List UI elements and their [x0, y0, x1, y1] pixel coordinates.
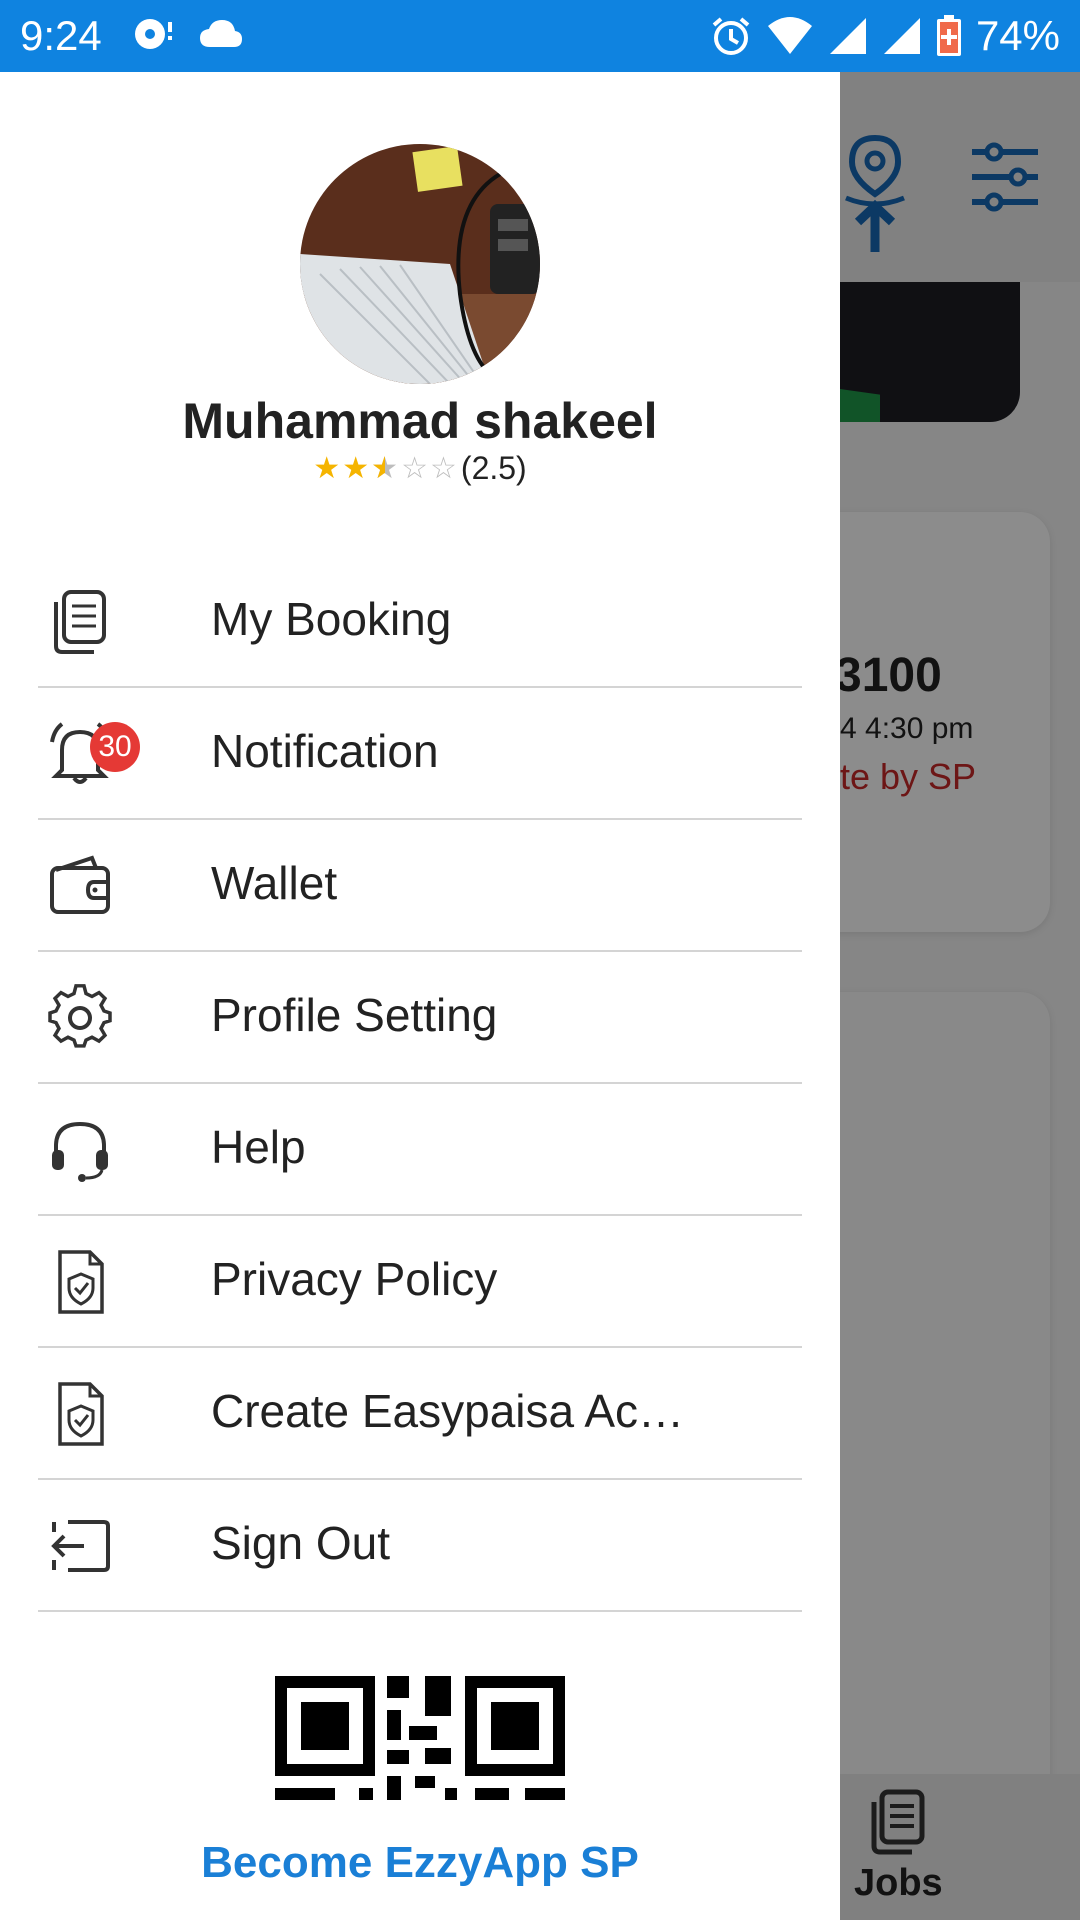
drawer-menu: My Booking 30 Notification Wallet Profil… [38, 556, 802, 1612]
menu-item-privacy-policy[interactable]: Privacy Policy [38, 1216, 802, 1348]
notification-badge: 30 [90, 722, 140, 772]
booking-icon [54, 590, 106, 654]
star-half-icon: ★ ★ [371, 451, 398, 485]
star-full-icon: ★ [313, 451, 341, 485]
sign-out-icon [51, 1520, 110, 1572]
avatar[interactable] [300, 144, 540, 384]
menu-item-label: Help [211, 1121, 306, 1173]
user-name: Muhammad shakeel [182, 393, 658, 449]
signal-icon [883, 18, 920, 54]
star-empty-icon: ☆ [430, 451, 457, 485]
menu-item-label: My Booking [211, 593, 452, 645]
navigation-drawer: Muhammad shakeel ★ ★ ★ ★ ☆ ☆ (2.5) My Boo… [0, 72, 840, 1920]
menu-item-profile-setting[interactable]: Profile Setting [38, 952, 802, 1084]
headset-icon [52, 1121, 108, 1182]
menu-item-wallet[interactable]: Wallet [38, 820, 802, 952]
cloud-icon [200, 20, 242, 47]
media-icon [135, 19, 172, 49]
become-sp-link[interactable]: Become EzzyApp SP [0, 1838, 840, 1888]
menu-item-create-easypaisa[interactable]: Create Easypaisa Ac… [38, 1348, 802, 1480]
battery-percent: 74% [975, 12, 1060, 59]
menu-item-label: Sign Out [211, 1517, 390, 1569]
menu-item-my-booking[interactable]: My Booking [38, 556, 802, 688]
menu-item-sign-out[interactable]: Sign Out [38, 1480, 802, 1612]
menu-item-notification[interactable]: 30 Notification [38, 688, 802, 820]
wifi-icon [767, 17, 812, 54]
star-full-icon: ★ [342, 451, 370, 485]
shield-document-icon [58, 1250, 104, 1314]
star-empty-icon: ☆ [401, 451, 428, 485]
signal-icon [829, 18, 866, 54]
alarm-icon [712, 17, 750, 55]
user-rating: ★ ★ ★ ★ ☆ ☆ (2.5) [0, 450, 840, 487]
menu-item-label: Wallet [211, 857, 338, 909]
status-time: 9:24 [20, 12, 102, 59]
menu-item-help[interactable]: Help [38, 1084, 802, 1216]
battery-icon [936, 15, 961, 56]
shield-document-icon [58, 1382, 104, 1446]
status-bar: 9:24 74% [0, 0, 1080, 72]
qr-code-icon [275, 1676, 565, 1800]
wallet-icon [50, 855, 110, 914]
gear-icon [48, 984, 112, 1048]
menu-item-label: Create Easypaisa Ac… [211, 1385, 685, 1437]
rating-value: (2.5) [460, 450, 527, 486]
menu-item-label: Profile Setting [211, 989, 498, 1041]
menu-item-label: Privacy Policy [211, 1253, 498, 1305]
menu-item-label: Notification [211, 725, 439, 777]
